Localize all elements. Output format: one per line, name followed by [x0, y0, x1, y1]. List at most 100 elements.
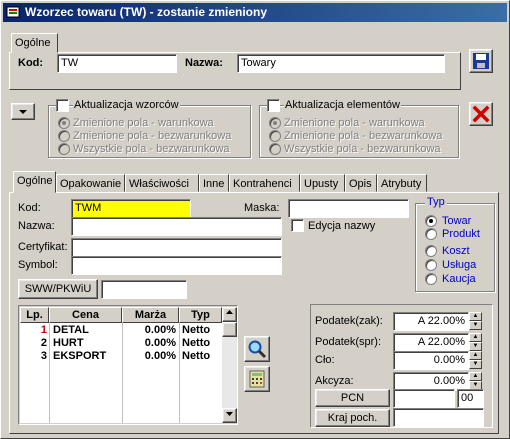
typ-radio-0[interactable] — [425, 215, 437, 227]
typ-option-label: Usługa — [442, 259, 477, 271]
maska-label: Maska: — [244, 202, 280, 214]
tab-label: Opis — [349, 178, 372, 190]
save-button[interactable] — [469, 49, 493, 73]
elements-opt2-label: Zmienione pola - bezwarunkowa — [284, 130, 443, 142]
tab-2[interactable]: Właściwości — [125, 174, 199, 192]
tab-label: Upusty — [304, 178, 339, 190]
tab-label: Atrybuty — [381, 178, 422, 190]
cell-cena: HURT — [53, 337, 84, 349]
templates-update-label: Aktualizacja wzorców — [73, 99, 180, 111]
elements-opt1-radio[interactable] — [269, 117, 281, 129]
akcyza-spinner[interactable]: ▲ ▼ — [469, 372, 482, 390]
calculator-button[interactable] — [244, 366, 270, 392]
top-kod-input[interactable]: TW — [57, 54, 177, 73]
cell-lp: 1 — [40, 324, 47, 336]
spin-down-icon[interactable]: ▼ — [469, 342, 482, 351]
spin-down-icon[interactable]: ▼ — [469, 321, 482, 330]
pcn-code-input[interactable]: 00 — [457, 389, 484, 408]
typ-radio-4[interactable] — [425, 273, 437, 285]
spin-up-icon[interactable]: ▲ — [469, 351, 482, 360]
column-header[interactable]: Marża — [122, 307, 179, 323]
kod-input[interactable]: TWM — [71, 199, 191, 218]
cell-typ: Netto — [182, 350, 211, 362]
scroll-up-button[interactable] — [222, 307, 237, 322]
templates-opt1-label: Zmienione pola - warunkowa — [73, 117, 214, 129]
maska-input[interactable] — [288, 199, 409, 218]
column-header[interactable]: Cena — [49, 307, 122, 323]
elements-opt3-radio[interactable] — [269, 143, 281, 155]
top-kod-label: Kod: — [18, 57, 44, 69]
templates-opt1-radio[interactable] — [58, 117, 70, 129]
typ-option-label: Kaucja — [442, 273, 476, 285]
symbol-input[interactable] — [71, 256, 282, 275]
cell-lp: 3 — [40, 350, 47, 362]
tab-1[interactable]: Opakowanie — [56, 174, 125, 192]
price-grid-scrollbar[interactable] — [222, 307, 237, 423]
table-row[interactable]: 1 DETAL 0.00% Netto — [20, 324, 222, 337]
cancel-button[interactable] — [469, 102, 493, 126]
tab-top-ogolne[interactable]: Ogólne — [11, 33, 58, 53]
typ-title: Typ — [425, 196, 447, 208]
spin-up-icon[interactable]: ▲ — [469, 372, 482, 381]
podatek-zak-spinner[interactable]: ▲ ▼ — [469, 312, 482, 330]
scroll-down-button[interactable] — [222, 408, 237, 423]
podatek-spr-spinner[interactable]: ▲ ▼ — [469, 333, 482, 351]
search-button[interactable] — [244, 336, 270, 362]
sww-button[interactable]: SWW/PKWiU — [18, 279, 98, 299]
certyfikat-input[interactable] — [71, 238, 282, 257]
cell-cena: DETAL — [53, 324, 89, 336]
app-icon — [6, 5, 20, 19]
sww-input[interactable] — [101, 280, 187, 299]
templates-opt2-label: Zmienione pola - bezwarunkowa — [73, 130, 232, 142]
tab-6[interactable]: Opis — [345, 174, 377, 192]
expand-button[interactable] — [11, 103, 35, 120]
spin-up-icon[interactable]: ▲ — [469, 312, 482, 321]
nazwa-label: Nazwa: — [18, 220, 55, 232]
kraj-pochodzenia-input[interactable] — [393, 408, 484, 427]
pcn-input[interactable] — [393, 389, 455, 408]
dialog-window: Wzorzec towaru (TW) - zostanie zmieniony… — [0, 0, 510, 439]
tab-3[interactable]: Inne — [199, 174, 229, 192]
certyfikat-label: Certyfikat: — [18, 241, 68, 253]
column-header[interactable]: Typ — [179, 307, 222, 323]
clo-spinner[interactable]: ▲ ▼ — [469, 351, 482, 369]
kod-label: Kod: — [18, 202, 41, 214]
elements-opt2-radio[interactable] — [269, 130, 281, 142]
price-grid[interactable]: Lp. Cena Marża Typ 1 DETAL 0.00% Netto 2 HURT 0.0… — [20, 307, 222, 423]
pcn-button[interactable]: PCN — [315, 389, 390, 407]
tab-label: Opakowanie — [60, 178, 122, 190]
podatek-zak-input[interactable]: A 22.00% — [393, 312, 469, 331]
top-nazwa-input[interactable]: Towary — [237, 54, 445, 73]
column-header[interactable]: Lp. — [20, 307, 49, 323]
templates-update-checkbox[interactable] — [56, 99, 69, 112]
table-row[interactable]: 3 EKSPORT 0.00% Netto — [20, 350, 222, 363]
elements-update-checkbox[interactable] — [267, 99, 280, 112]
tab-label: Właściwości — [129, 178, 189, 190]
tab-5[interactable]: Upusty — [300, 174, 345, 192]
typ-radio-1[interactable] — [425, 228, 437, 240]
spin-down-icon[interactable]: ▼ — [469, 360, 482, 369]
templates-opt2-radio[interactable] — [58, 130, 70, 142]
title-bar[interactable]: Wzorzec towaru (TW) - zostanie zmieniony — [3, 3, 507, 22]
tab-4[interactable]: Kontrahenci — [229, 174, 300, 192]
tab-0[interactable]: Ogólne — [13, 171, 56, 193]
typ-option-label: Towar — [442, 215, 472, 227]
clo-input[interactable]: 0.00% — [393, 351, 469, 370]
clo-label: Cło: — [315, 354, 335, 366]
typ-radio-2[interactable] — [425, 245, 437, 257]
tab-label: Ogólne — [17, 175, 53, 187]
table-row[interactable]: 2 HURT 0.00% Netto — [20, 337, 222, 350]
templates-opt3-radio[interactable] — [58, 143, 70, 155]
elements-opt1-label: Zmienione pola - warunkowa — [284, 117, 425, 129]
cell-marza: 0.00% — [144, 350, 176, 362]
podatek-spr-input[interactable]: A 22.00% — [393, 333, 469, 352]
spin-up-icon[interactable]: ▲ — [469, 333, 482, 342]
kraj-pochodzenia-button[interactable]: Kraj poch. — [315, 409, 390, 427]
edycja-nazwy-checkbox[interactable] — [291, 219, 304, 232]
nazwa-input[interactable] — [71, 217, 282, 236]
tab-label: Inne — [203, 178, 225, 190]
scroll-thumb[interactable] — [222, 322, 237, 337]
tab-7[interactable]: Atrybuty — [377, 174, 427, 192]
typ-radio-3[interactable] — [425, 259, 437, 271]
price-grid-frame: Lp. Cena Marża Typ 1 DETAL 0.00% Netto 2 HURT 0.0… — [18, 305, 238, 425]
